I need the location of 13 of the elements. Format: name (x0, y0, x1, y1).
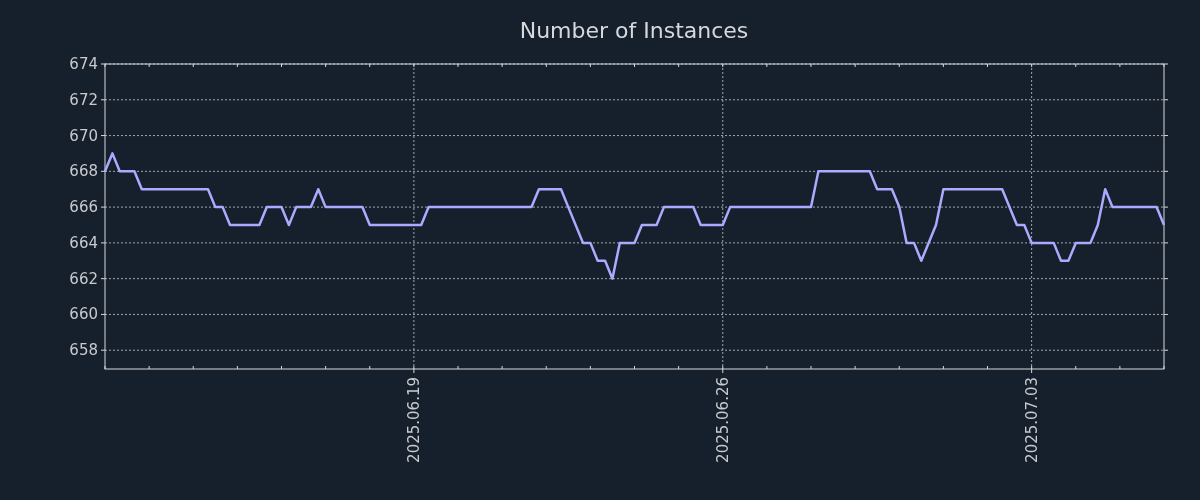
y-tick-label: 666 (69, 198, 98, 217)
x-tick-label: 2025.06.26 (713, 377, 732, 463)
x-tick-label: 2025.07.03 (1022, 377, 1041, 463)
y-tick-label: 662 (69, 269, 98, 288)
y-tick-label: 658 (69, 341, 98, 360)
chart-title: Number of Instances (519, 18, 749, 43)
x-tick-label: 2025.06.19 (404, 377, 423, 463)
y-tick-label: 664 (69, 233, 98, 252)
y-tick-label: 668 (69, 162, 98, 181)
y-tick-label: 670 (69, 126, 98, 145)
y-tick-label: 660 (69, 305, 98, 324)
y-tick-label: 674 (69, 55, 98, 73)
y-tick-label: 672 (69, 90, 98, 109)
